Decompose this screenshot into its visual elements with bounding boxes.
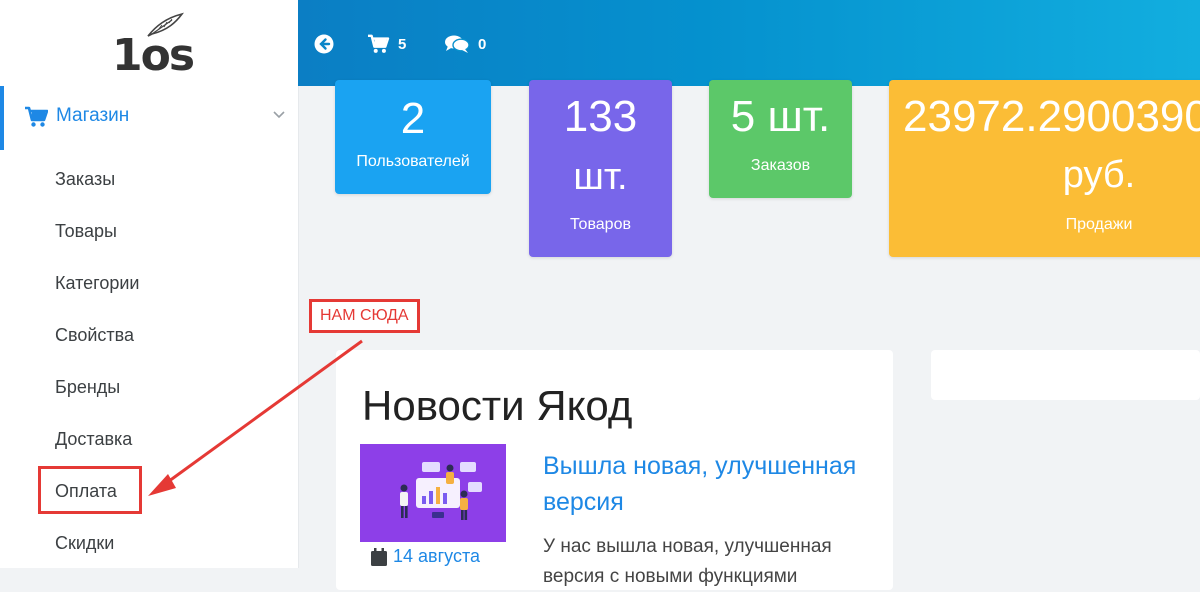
stat-caption: Заказов: [750, 157, 811, 174]
stat-caption: Продажи: [1065, 216, 1133, 233]
annotation-label: НАМ СЮДА: [309, 299, 420, 333]
stat-card-products[interactable]: 133 шт. Товаров: [529, 80, 672, 257]
stat-value: 133: [563, 92, 638, 141]
stat-card-sales[interactable]: 23972.29003906 руб. Продажи: [889, 80, 1200, 257]
stat-caption: Товаров: [570, 216, 631, 233]
stat-card-orders[interactable]: 5 шт. Заказов: [709, 80, 852, 198]
stat-value: 2: [400, 94, 426, 143]
news-headline-link[interactable]: Вышла новая, улучшенная версия: [543, 448, 863, 520]
stat-unit: руб.: [1062, 154, 1136, 196]
stat-caption: Пользователей: [356, 153, 470, 170]
news-title: Новости Якод: [362, 382, 633, 429]
sidebar-item-products[interactable]: Товары: [55, 221, 117, 242]
news-thumbnail[interactable]: [360, 444, 506, 542]
payment-highlight-box: [38, 466, 142, 514]
chevron-down-icon[interactable]: [272, 110, 286, 120]
news-date-text: 14 августа: [393, 546, 481, 566]
cart-icon: [368, 34, 390, 53]
sidebar-item-delivery[interactable]: Доставка: [55, 429, 132, 450]
cart-button[interactable]: 5: [366, 34, 406, 54]
sidebar-item-orders[interactable]: Заказы: [55, 169, 115, 190]
sidebar: 1os Магазин Заказы Товары Категории Свой…: [0, 0, 299, 568]
back-button[interactable]: [314, 34, 334, 54]
sidebar-section-label: Магазин: [56, 105, 130, 126]
right-panel: [931, 350, 1200, 400]
comments-icon: [445, 35, 470, 53]
sidebar-item-discounts[interactable]: Скидки: [55, 533, 114, 554]
sidebar-section-shop[interactable]: Магазин: [0, 86, 298, 150]
top-bar: 5 0: [298, 0, 1200, 86]
sidebar-item-brands[interactable]: Бренды: [55, 377, 120, 398]
calendar-icon: [371, 547, 387, 566]
news-excerpt: У нас вышла новая, улучшенная версия с н…: [543, 536, 832, 587]
logo[interactable]: 1os: [112, 12, 195, 80]
messages-button[interactable]: 0: [444, 34, 486, 54]
cart-count: 5: [398, 35, 407, 53]
presentation-illustration: [400, 462, 482, 520]
back-arrow-icon: [314, 34, 334, 54]
stat-card-users[interactable]: 2 Пользователей: [335, 80, 491, 194]
cart-icon: [25, 106, 48, 127]
stat-unit: шт.: [573, 156, 628, 198]
messages-count: 0: [478, 35, 487, 53]
sidebar-item-categories[interactable]: Категории: [55, 273, 139, 294]
stat-value: 5 шт.: [730, 92, 831, 141]
news-panel: Новости Якод 14 августа Вышла новая, улу…: [336, 350, 893, 590]
news-date[interactable]: 14 августа: [370, 546, 480, 567]
stat-value: 23972.29003906: [903, 92, 1200, 141]
sidebar-item-properties[interactable]: Свойства: [55, 325, 134, 346]
logo-text: 1os: [112, 30, 195, 81]
